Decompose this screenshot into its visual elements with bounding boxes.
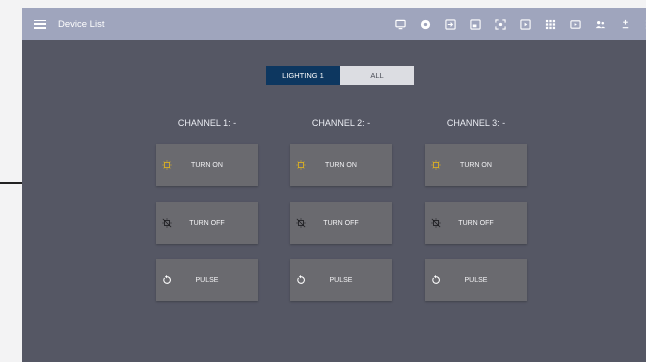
lighting-tabs: LIGHTING 1 ALL xyxy=(266,66,414,85)
monitor-icon[interactable] xyxy=(390,8,410,40)
channel-3-title: CHANNEL 3: - xyxy=(446,118,506,128)
refresh-icon xyxy=(295,274,307,286)
screen: Device List LIGHTING 1 ALL CHANNEL 1: - … xyxy=(0,0,646,362)
channel-3-turn-off-button[interactable]: TURN OFF xyxy=(425,202,527,244)
login-icon[interactable] xyxy=(440,8,460,40)
channel-3-pulse-button[interactable]: PULSE xyxy=(425,259,527,301)
tab-all[interactable]: ALL xyxy=(340,66,414,85)
channel-2-turn-off-button[interactable]: TURN OFF xyxy=(290,202,392,244)
top-app-bar: Device List xyxy=(22,8,646,40)
channel-1-pulse-button[interactable]: PULSE xyxy=(156,259,258,301)
grid-small-icon[interactable] xyxy=(640,8,646,40)
page-title: Device List xyxy=(58,18,105,30)
bulb-on-icon xyxy=(430,159,442,171)
plus-minus-icon[interactable] xyxy=(615,8,635,40)
focus-icon[interactable] xyxy=(490,8,510,40)
video-icon[interactable] xyxy=(565,8,585,40)
channel-2-turn-on-button[interactable]: TURN ON xyxy=(290,144,392,186)
grid-icon[interactable] xyxy=(540,8,560,40)
bulb-off-icon xyxy=(430,217,442,229)
bulb-off-icon xyxy=(295,217,307,229)
play-square-icon[interactable] xyxy=(515,8,535,40)
channel-1-turn-on-button[interactable]: TURN ON xyxy=(156,144,258,186)
channel-1-title: CHANNEL 1: - xyxy=(177,118,237,128)
channel-2-title: CHANNEL 2: - xyxy=(311,118,371,128)
channel-1-turn-off-button[interactable]: TURN OFF xyxy=(156,202,258,244)
app-window: Device List LIGHTING 1 ALL CHANNEL 1: - … xyxy=(22,8,646,362)
bulb-on-icon xyxy=(161,159,173,171)
channel-2-pulse-button[interactable]: PULSE xyxy=(290,259,392,301)
people-icon[interactable] xyxy=(590,8,610,40)
hamburger-menu-icon[interactable] xyxy=(34,19,46,29)
refresh-icon xyxy=(430,274,442,286)
channel-3-turn-on-button[interactable]: TURN ON xyxy=(425,144,527,186)
target-icon[interactable] xyxy=(415,8,435,40)
toolbar xyxy=(390,8,646,40)
refresh-icon xyxy=(161,274,173,286)
window-icon[interactable] xyxy=(465,8,485,40)
bulb-off-icon xyxy=(161,217,173,229)
bulb-on-icon xyxy=(295,159,307,171)
tab-lighting-1[interactable]: LIGHTING 1 xyxy=(266,66,340,85)
